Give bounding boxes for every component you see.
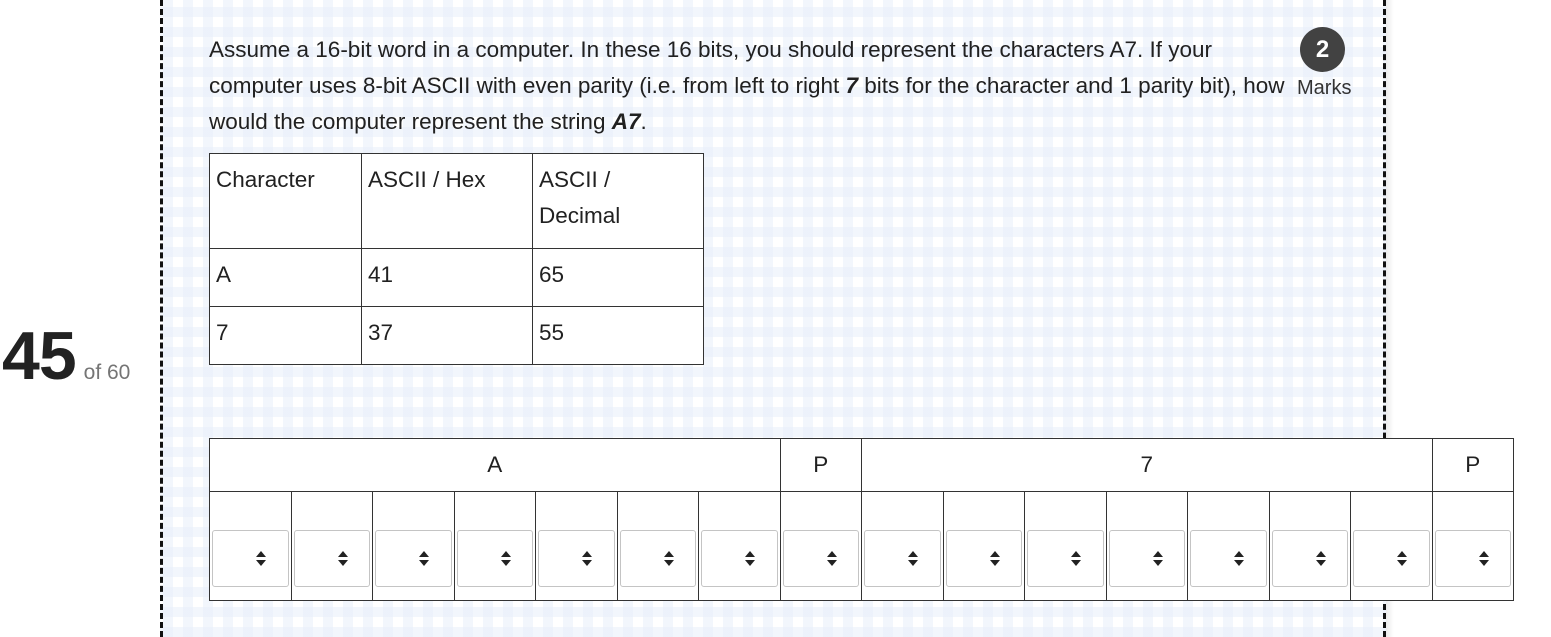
bit-cell-2 [290,491,373,601]
bit-cell-9 [861,491,944,601]
bit-cell-5 [535,491,618,601]
prompt-emphasis-a7: A7 [611,109,641,134]
up-down-caret-icon [316,551,348,566]
up-down-caret-icon [968,551,1000,566]
bit-cell-6 [616,491,699,601]
up-down-caret-icon [886,551,919,566]
bit-cell-16 [1431,491,1514,601]
up-down-caret-icon [642,551,674,566]
bit-select-13[interactable] [1190,530,1267,587]
table-cell: 55 [532,306,704,365]
group-label-a: A [209,438,781,492]
table-row: 7 37 55 [209,306,704,365]
bit-select-12[interactable] [1108,530,1185,587]
up-down-caret-icon [560,551,593,566]
bit-select-2[interactable] [293,530,370,587]
bit-select-8[interactable] [782,530,859,587]
bit-select-7[interactable] [701,530,778,587]
bit-cell-10 [942,491,1025,601]
bit-cell-14 [1268,491,1351,601]
up-down-caret-icon [1049,551,1082,566]
bit-select-11[interactable] [1027,530,1104,587]
up-down-caret-icon [1212,551,1245,566]
table-cell: 37 [361,306,533,365]
bit-cell-3 [372,491,455,601]
bit-cell-7 [698,491,781,601]
up-down-caret-icon [1375,551,1408,566]
prompt-text-3: . [640,109,647,134]
up-down-caret-icon [234,551,267,566]
bit-cell-12 [1105,491,1188,601]
bit-select-3[interactable] [375,530,452,587]
up-down-caret-icon [1294,551,1326,566]
up-down-caret-icon [479,551,511,566]
bit-cell-11 [1024,491,1107,601]
table-cell: 7 [209,306,362,365]
group-label-7: 7 [861,438,1433,492]
bit-cell-4 [453,491,536,601]
up-down-caret-icon [805,551,837,566]
bit-select-row [209,491,1514,601]
table-row: A 41 65 [209,248,704,307]
ascii-reference-table: Character ASCII / Hex ASCII / Decimal A … [209,153,704,365]
up-down-caret-icon [397,551,430,566]
group-label-parity-2: P [1431,438,1514,492]
bit-cell-1 [209,491,292,601]
bit-select-9[interactable] [864,530,941,587]
bit-select-5[interactable] [538,530,615,587]
bit-select-6[interactable] [619,530,696,587]
bit-cell-15 [1350,491,1433,601]
table-cell: 65 [532,248,704,307]
bit-cell-13 [1187,491,1270,601]
bit-cell-8 [779,491,862,601]
prompt-emphasis-7: 7 [845,73,859,98]
question-number-value: 45 [2,318,77,394]
bit-select-4[interactable] [456,530,533,587]
table-cell: 41 [361,248,533,307]
bit-select-14[interactable] [1271,530,1348,587]
marks-label: Marks [1297,77,1352,99]
up-down-caret-icon [723,551,756,566]
bit-select-10[interactable] [945,530,1022,587]
bit-select-1[interactable] [212,530,289,587]
bit-select-16[interactable] [1434,530,1511,587]
up-down-caret-icon [1131,551,1163,566]
group-label-parity-1: P [779,438,862,492]
question-number: 45 of 60 [2,322,130,390]
table-cell: A [209,248,362,307]
header-ascii-hex: ASCII / Hex [361,153,533,249]
marks-badge: 2 [1300,27,1345,72]
group-header-row: A P 7 P [209,438,1514,492]
table-header-row: Character ASCII / Hex ASCII / Decimal [209,153,704,249]
question-total: of 60 [83,361,131,384]
header-character: Character [209,153,362,249]
question-prompt: Assume a 16-bit word in a computer. In t… [209,32,1309,140]
header-ascii-decimal: ASCII / Decimal [532,153,704,249]
bit-select-15[interactable] [1353,530,1430,587]
up-down-caret-icon [1457,551,1489,566]
answer-bit-grid: A P 7 P [209,438,1514,601]
